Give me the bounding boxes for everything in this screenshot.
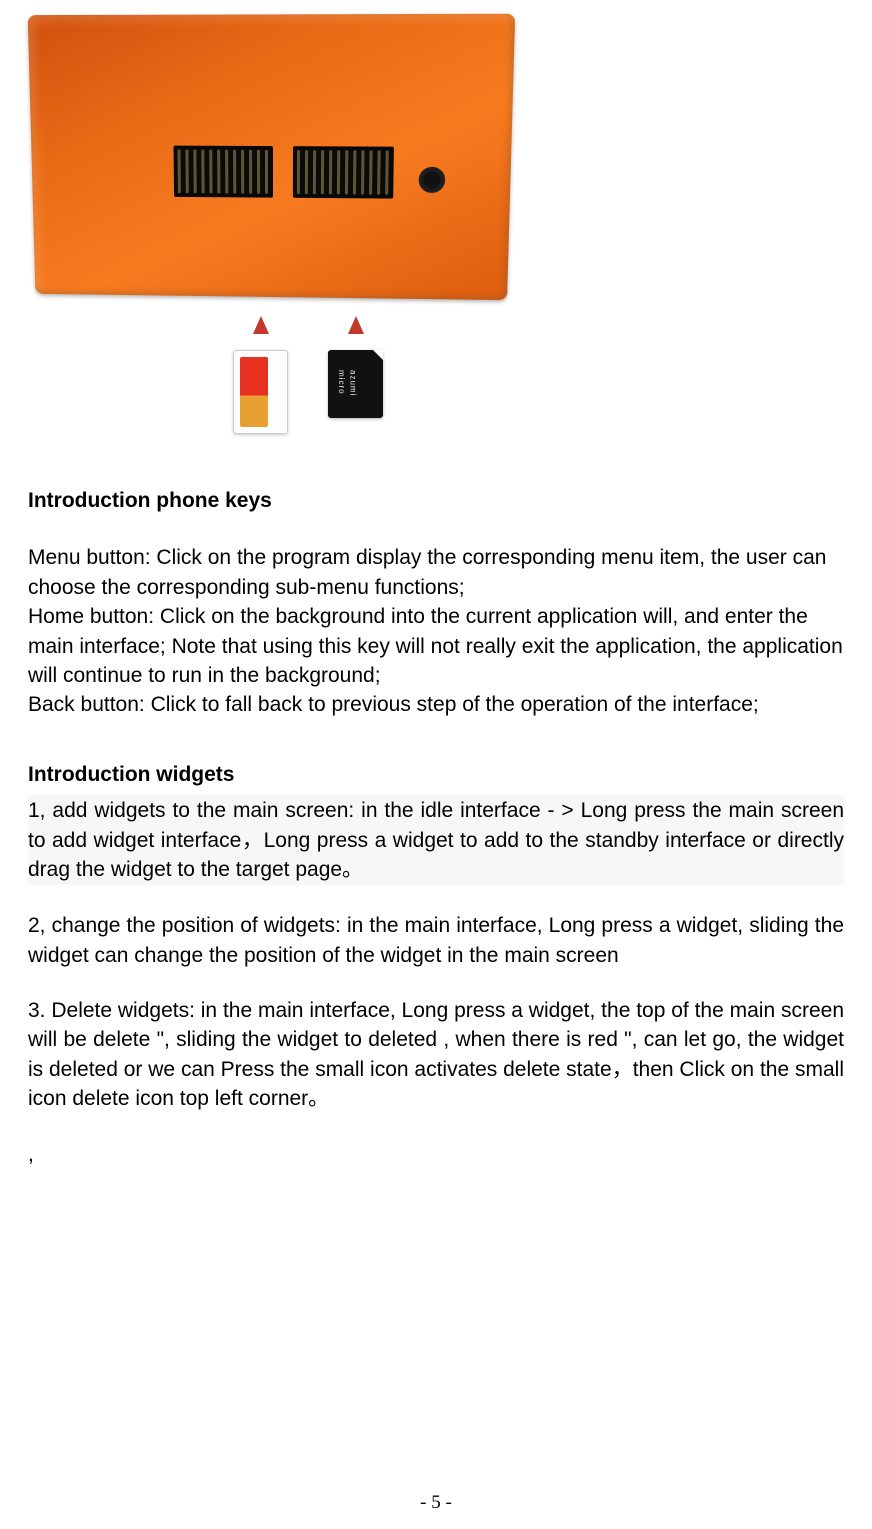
sd-card-label: azumi micro [336,370,358,418]
paragraph-move-widgets: 2, change the position of widgets: in th… [28,911,844,970]
arrow-up-icon [348,316,364,334]
paragraph-back-button: Back button: Click to fall back to previ… [28,690,844,719]
arrow-up-icon [253,316,269,334]
page-number: - 5 - [0,1490,872,1517]
sim-slot [174,146,273,198]
sd-slot [293,146,394,198]
phone-back-cover [28,14,515,300]
trailing-comma: , [28,1140,844,1169]
product-illustration: azumi micro [28,16,533,466]
paragraph-home-button: Home button: Click on the background int… [28,602,844,690]
sim-card-icon [233,350,288,434]
paragraph-delete-widgets: 3. Delete widgets: in the main interface… [28,996,844,1114]
paragraph-menu-button: Menu button: Click on the program displa… [28,543,844,602]
sd-card-icon: azumi micro [328,350,383,418]
section-heading-widgets: Introduction widgets [28,760,844,789]
section-heading-phone-keys: Introduction phone keys [28,486,844,515]
camera-hole [419,167,446,193]
paragraph-add-widgets: 1, add widgets to the main screen: in th… [28,795,844,885]
